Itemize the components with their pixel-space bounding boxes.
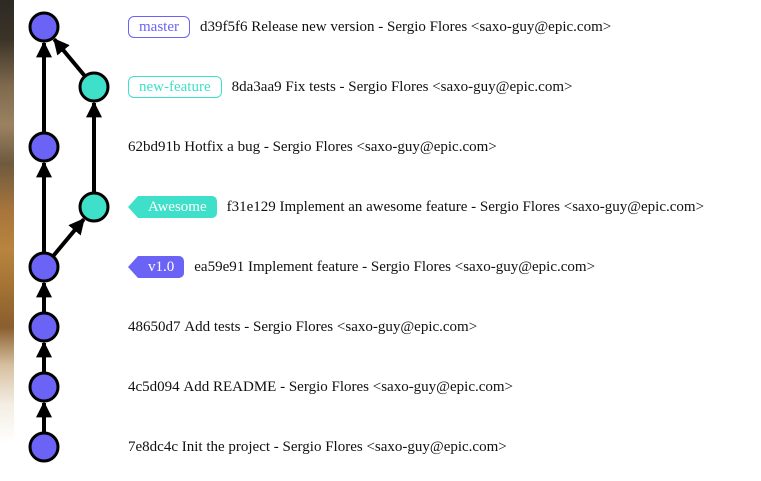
commit-row[interactable]: new-feature 8da3aa9 Fix tests - Sergio Fl…	[128, 75, 572, 99]
commit-hash: ea59e91	[194, 258, 245, 275]
commit-hash: d39f5f6	[199, 18, 248, 35]
commit-hash: 7e8dc4c	[128, 438, 178, 455]
commit-row[interactable]: Awesome f31e129 Implement an awesome feat…	[128, 195, 704, 219]
commit-author: Sergio Flores <saxo-guy@epic.com>	[282, 438, 507, 455]
tag-label[interactable]: v1.0	[127, 256, 185, 278]
commit-author: Sergio Flores <saxo-guy@epic.com>	[272, 138, 497, 155]
commit-hash: 8da3aa9	[231, 78, 282, 95]
commit-row[interactable]: v1.0 ea59e91 Implement feature - Sergio F…	[127, 255, 596, 279]
commit-graph	[28, 11, 110, 463]
commit-row[interactable]: 62bd91b Hotfix a bug - Sergio Flores <sa…	[128, 135, 497, 159]
tag-label[interactable]: Awesome	[128, 196, 217, 218]
edge-8da3aa9-to-d39f5f6	[52, 38, 86, 77]
commit-message: Implement feature	[247, 258, 359, 275]
commit-row[interactable]: master d39f5f6 Release new version - Serg…	[128, 15, 611, 39]
commit-message: Hotfix a bug	[184, 138, 261, 155]
commit-author: Sergio Flores <saxo-guy@epic.com>	[479, 198, 705, 215]
commit-node-4c5d094[interactable]	[28, 371, 60, 403]
commit-node-62bd91b[interactable]	[28, 131, 60, 163]
commit-hash: f31e129	[226, 198, 276, 215]
commit-message: Fix tests	[285, 78, 336, 95]
commit-hash: 62bd91b	[128, 138, 181, 155]
commit-row[interactable]: 4c5d094 Add README - Sergio Flores <saxo…	[128, 375, 513, 399]
edge-ea59e91-to-f31e129	[52, 218, 86, 257]
commit-author: Sergio Flores <saxo-guy@epic.com>	[387, 18, 612, 35]
commit-message: Implement an awesome feature	[279, 198, 468, 215]
commit-author: Sergio Flores <saxo-guy@epic.com>	[253, 318, 478, 335]
commit-node-f31e129[interactable]	[78, 191, 110, 223]
commit-node-7e8dc4c[interactable]	[28, 431, 60, 463]
commit-hash: 48650d7	[128, 318, 181, 335]
commit-message: Add README	[183, 378, 277, 395]
commit-author: Sergio Flores <saxo-guy@epic.com>	[348, 78, 573, 95]
branch-label[interactable]: new-feature	[128, 76, 222, 98]
branch-label[interactable]: master	[128, 16, 190, 38]
commit-node-ea59e91[interactable]	[28, 251, 60, 283]
commit-message: Release new version	[251, 18, 375, 35]
commit-author: Sergio Flores <saxo-guy@epic.com>	[288, 378, 514, 395]
commit-author: Sergio Flores <saxo-guy@epic.com>	[370, 258, 596, 275]
commit-message: Init the project	[181, 438, 271, 455]
commit-hash: 4c5d094	[128, 378, 180, 395]
commit-node-8da3aa9[interactable]	[78, 71, 110, 103]
commit-message: Add tests	[184, 318, 241, 335]
commit-node-48650d7[interactable]	[28, 311, 60, 343]
commit-row[interactable]: 7e8dc4c Init the project - Sergio Flores…	[128, 435, 507, 459]
commit-row[interactable]: 48650d7 Add tests - Sergio Flores <saxo-…	[128, 315, 477, 339]
commit-node-d39f5f6[interactable]	[28, 11, 60, 43]
